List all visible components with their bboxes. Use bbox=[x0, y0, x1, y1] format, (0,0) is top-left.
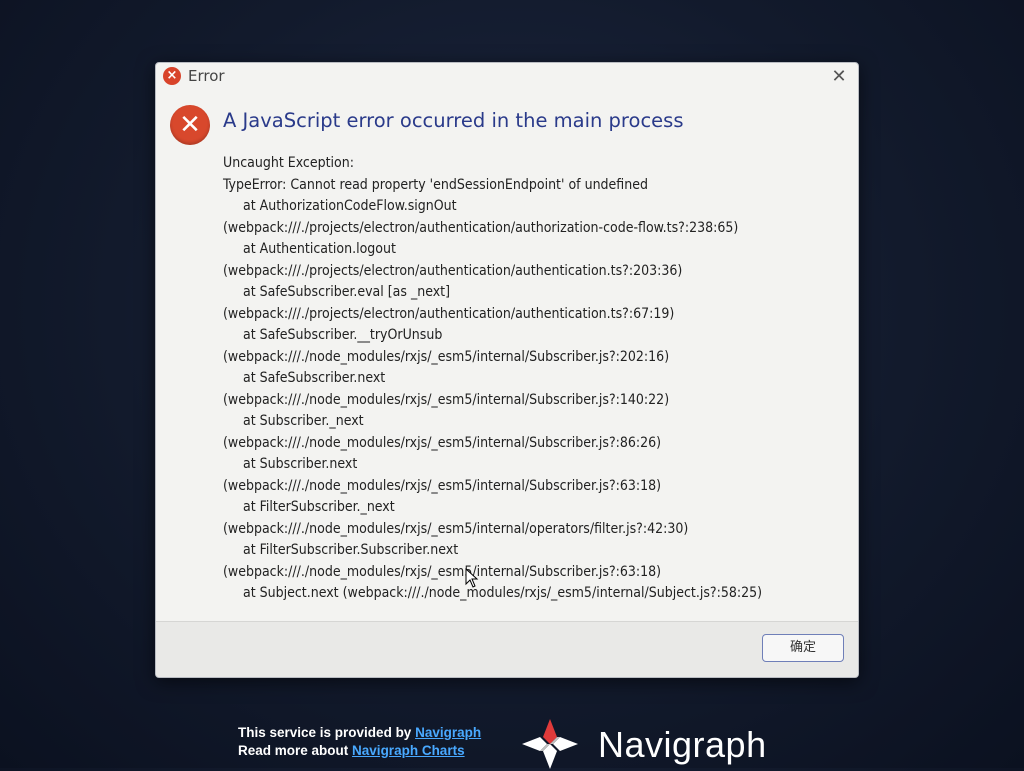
error-headline: A JavaScript error occurred in the main … bbox=[223, 109, 684, 132]
ok-button[interactable]: 确定 bbox=[762, 634, 844, 662]
stack-location-line: (webpack:///./projects/electron/authenti… bbox=[223, 219, 739, 236]
navigraph-link[interactable]: Navigraph bbox=[415, 725, 481, 740]
stack-location-line: (webpack:///./node_modules/rxjs/_esm5/in… bbox=[223, 563, 662, 580]
stack-frame-line: at Subscriber._next bbox=[243, 413, 364, 429]
stack-location-line: (webpack:///./node_modules/rxjs/_esm5/in… bbox=[223, 520, 689, 537]
error-dialog: × Error ✕ ✕ A JavaScript error occurred … bbox=[155, 62, 859, 678]
dialog-footer: 确定 bbox=[156, 621, 858, 677]
stack-frame-line: at Subscriber.next bbox=[243, 456, 358, 472]
navigraph-logo-icon bbox=[522, 719, 578, 769]
provided-by-text: This service is provided by Navigraph bbox=[238, 725, 482, 740]
close-button[interactable]: ✕ bbox=[826, 66, 852, 88]
stack-location-line: (webpack:///./node_modules/rxjs/_esm5/in… bbox=[223, 434, 662, 451]
dialog-titlebar[interactable]: × Error ✕ bbox=[156, 63, 858, 89]
stack-location-line: (webpack:///./node_modules/rxjs/_esm5/in… bbox=[223, 391, 670, 408]
error-message: Uncaught Exception: TypeError: Cannot rea… bbox=[223, 153, 848, 605]
stack-location-line: (webpack:///./projects/electron/authenti… bbox=[223, 262, 683, 279]
exception-line: Uncaught Exception: bbox=[223, 155, 354, 171]
error-icon: ✕ bbox=[170, 105, 210, 145]
exception-line: TypeError: Cannot read property 'endSess… bbox=[223, 176, 648, 193]
close-icon: ✕ bbox=[831, 66, 847, 87]
dialog-title: Error bbox=[188, 67, 225, 85]
error-icon: × bbox=[163, 67, 181, 85]
navigraph-logo-text: Navigraph bbox=[598, 724, 767, 765]
navigraph-branding: This service is provided by Navigraph Re… bbox=[238, 719, 798, 769]
navigraph-charts-link[interactable]: Navigraph Charts bbox=[352, 743, 465, 758]
stack-frame-line: at FilterSubscriber.Subscriber.next bbox=[243, 542, 459, 558]
stack-frame-line: at AuthorizationCodeFlow.signOut bbox=[243, 198, 457, 214]
stack-frame-line: at Subject.next (webpack:///./node_modul… bbox=[243, 585, 763, 601]
stack-frame-line: at SafeSubscriber.__tryOrUnsub bbox=[243, 327, 443, 343]
stack-frame-line: at SafeSubscriber.eval [as _next] bbox=[243, 284, 451, 300]
stack-location-line: (webpack:///./node_modules/rxjs/_esm5/in… bbox=[223, 477, 662, 494]
stack-frame-line: at Authentication.logout bbox=[243, 241, 396, 257]
stack-frame-line: at FilterSubscriber._next bbox=[243, 499, 395, 515]
read-more-text: Read more about Navigraph Charts bbox=[238, 743, 465, 758]
stack-location-line: (webpack:///./projects/electron/authenti… bbox=[223, 305, 675, 322]
stack-frame-line: at SafeSubscriber.next bbox=[243, 370, 386, 386]
stack-location-line: (webpack:///./node_modules/rxjs/_esm5/in… bbox=[223, 348, 670, 365]
mouse-cursor-icon bbox=[465, 568, 479, 588]
